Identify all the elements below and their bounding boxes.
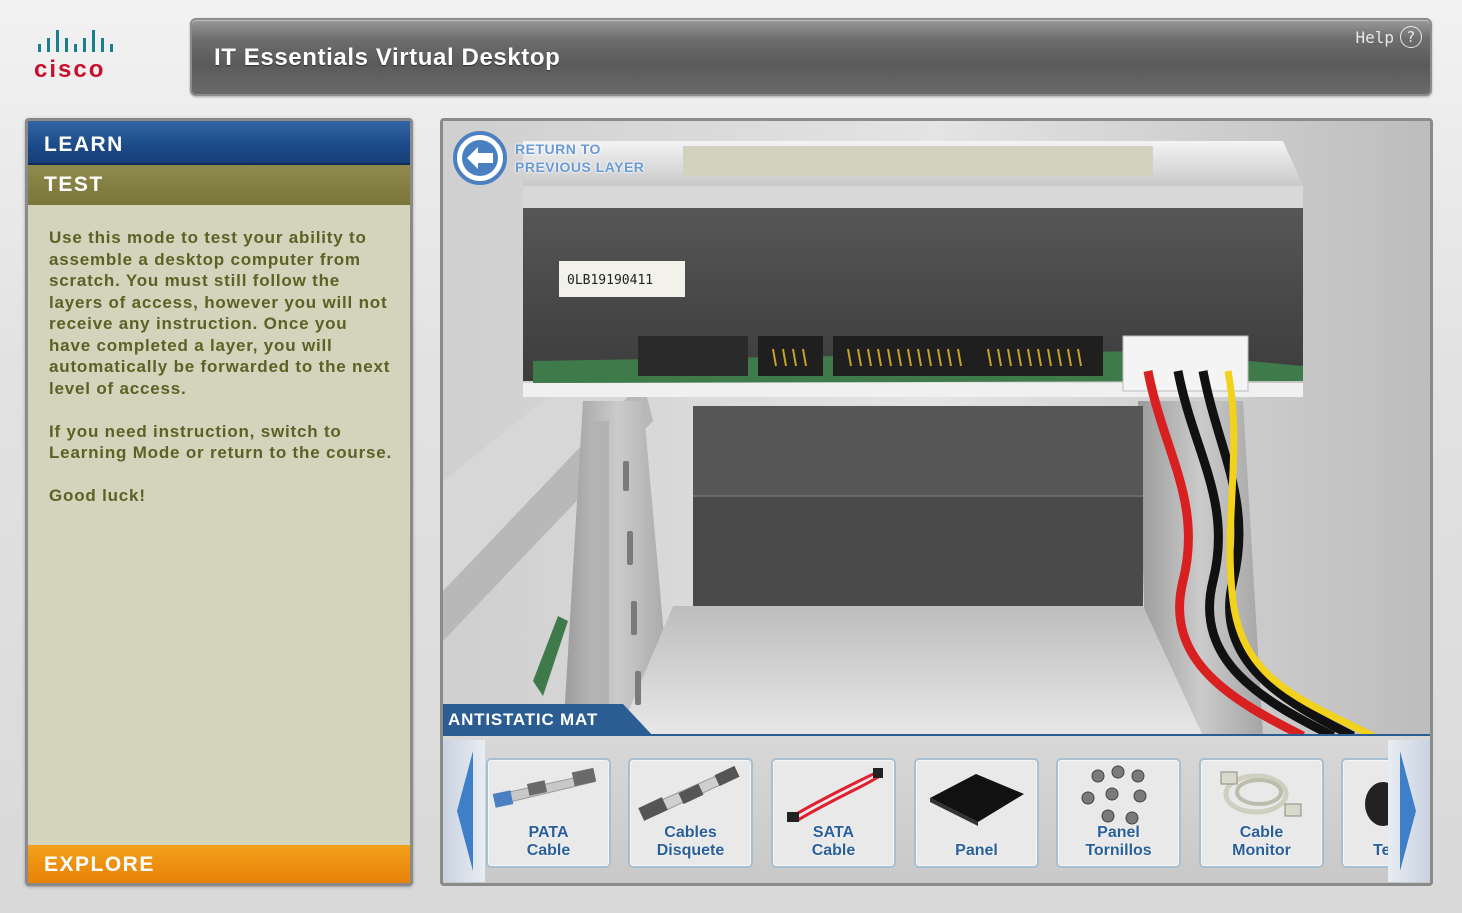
tab-learn[interactable]: LEARN — [28, 121, 410, 165]
scroll-right-button[interactable] — [1388, 740, 1430, 882]
cisco-logo-bars — [38, 28, 154, 52]
keyboard-icon — [1365, 782, 1390, 826]
return-label-line1: RETURN TO — [515, 141, 601, 157]
sata-cable-icon — [787, 768, 883, 822]
component-panel-screws[interactable]: Panel Tornillos — [1056, 758, 1181, 868]
tab-explore[interactable]: EXPLORE — [28, 845, 410, 883]
component-label: Panel — [1097, 824, 1140, 841]
monitor-cable-icon — [1220, 771, 1302, 817]
cisco-wordmark: cisco — [34, 56, 106, 83]
description-paragraph: Use this mode to test your ability to as… — [49, 228, 391, 398]
cisco-logo: cisco — [34, 28, 154, 88]
component-label: PATA — [528, 824, 569, 841]
component-keyboard[interactable]: Te — [1341, 758, 1390, 868]
antistatic-mat-title: ANTISTATIC MAT — [443, 704, 653, 736]
component-floppy-cables[interactable]: Cables Disquete — [628, 758, 753, 868]
component-panel[interactable]: Panel — [914, 758, 1039, 868]
screws-icon — [1081, 765, 1147, 825]
pata-cable-icon — [492, 767, 597, 808]
component-label: Monitor — [1232, 842, 1291, 859]
component-label: Tornillos — [1085, 842, 1152, 859]
chevron-left-icon — [457, 751, 473, 871]
virtual-desktop-viewer: 0LB19190411 RETURN TO PREVIOUS LAYER ANT… — [440, 118, 1433, 886]
description-paragraph: Good luck! — [49, 486, 146, 505]
component-label: SATA — [812, 824, 855, 841]
component-label: Cables — [664, 824, 717, 841]
component-label: Cable — [526, 842, 571, 859]
panel-icon — [930, 774, 1024, 826]
floppy-cable-icon — [638, 765, 740, 821]
component-pata-cable[interactable]: PATA Cable — [486, 758, 611, 868]
drive-serial-label: 0LB19190411 — [567, 273, 653, 288]
scroll-left-button[interactable] — [443, 740, 485, 882]
return-to-previous-layer-button[interactable]: RETURN TO PREVIOUS LAYER — [453, 131, 644, 185]
component-monitor-cable[interactable]: Cable Monitor — [1199, 758, 1324, 868]
component-sata-cable[interactable]: SATA Cable — [771, 758, 896, 868]
mode-description: Use this mode to test your ability to as… — [49, 227, 394, 528]
component-label: Cable — [811, 842, 856, 859]
app-title: IT Essentials Virtual Desktop — [214, 44, 561, 71]
tab-test[interactable]: TEST — [28, 165, 410, 205]
antistatic-mat-tray: PATA Cable Cables Disquete SATA Cable Pa… — [443, 734, 1430, 883]
optical-drive-bay-scene: 0LB19190411 — [443, 121, 1430, 736]
chevron-right-icon — [1400, 751, 1416, 871]
component-list: PATA Cable Cables Disquete SATA Cable Pa… — [486, 758, 1390, 870]
help-label: Help — [1355, 27, 1394, 47]
title-bar: IT Essentials Virtual Desktop Help ? — [190, 18, 1432, 96]
mode-panel: LEARN TEST Use this mode to test your ab… — [25, 118, 413, 886]
description-paragraph: If you need instruction, switch to Learn… — [49, 421, 393, 463]
help-button[interactable]: Help ? — [1355, 26, 1422, 48]
return-label-line2: PREVIOUS LAYER — [515, 159, 645, 175]
help-icon: ? — [1400, 26, 1422, 48]
component-label: Cable — [1239, 824, 1284, 841]
back-arrow-icon — [453, 131, 507, 185]
component-label: Disquete — [656, 842, 725, 859]
component-label: Panel — [955, 842, 998, 859]
